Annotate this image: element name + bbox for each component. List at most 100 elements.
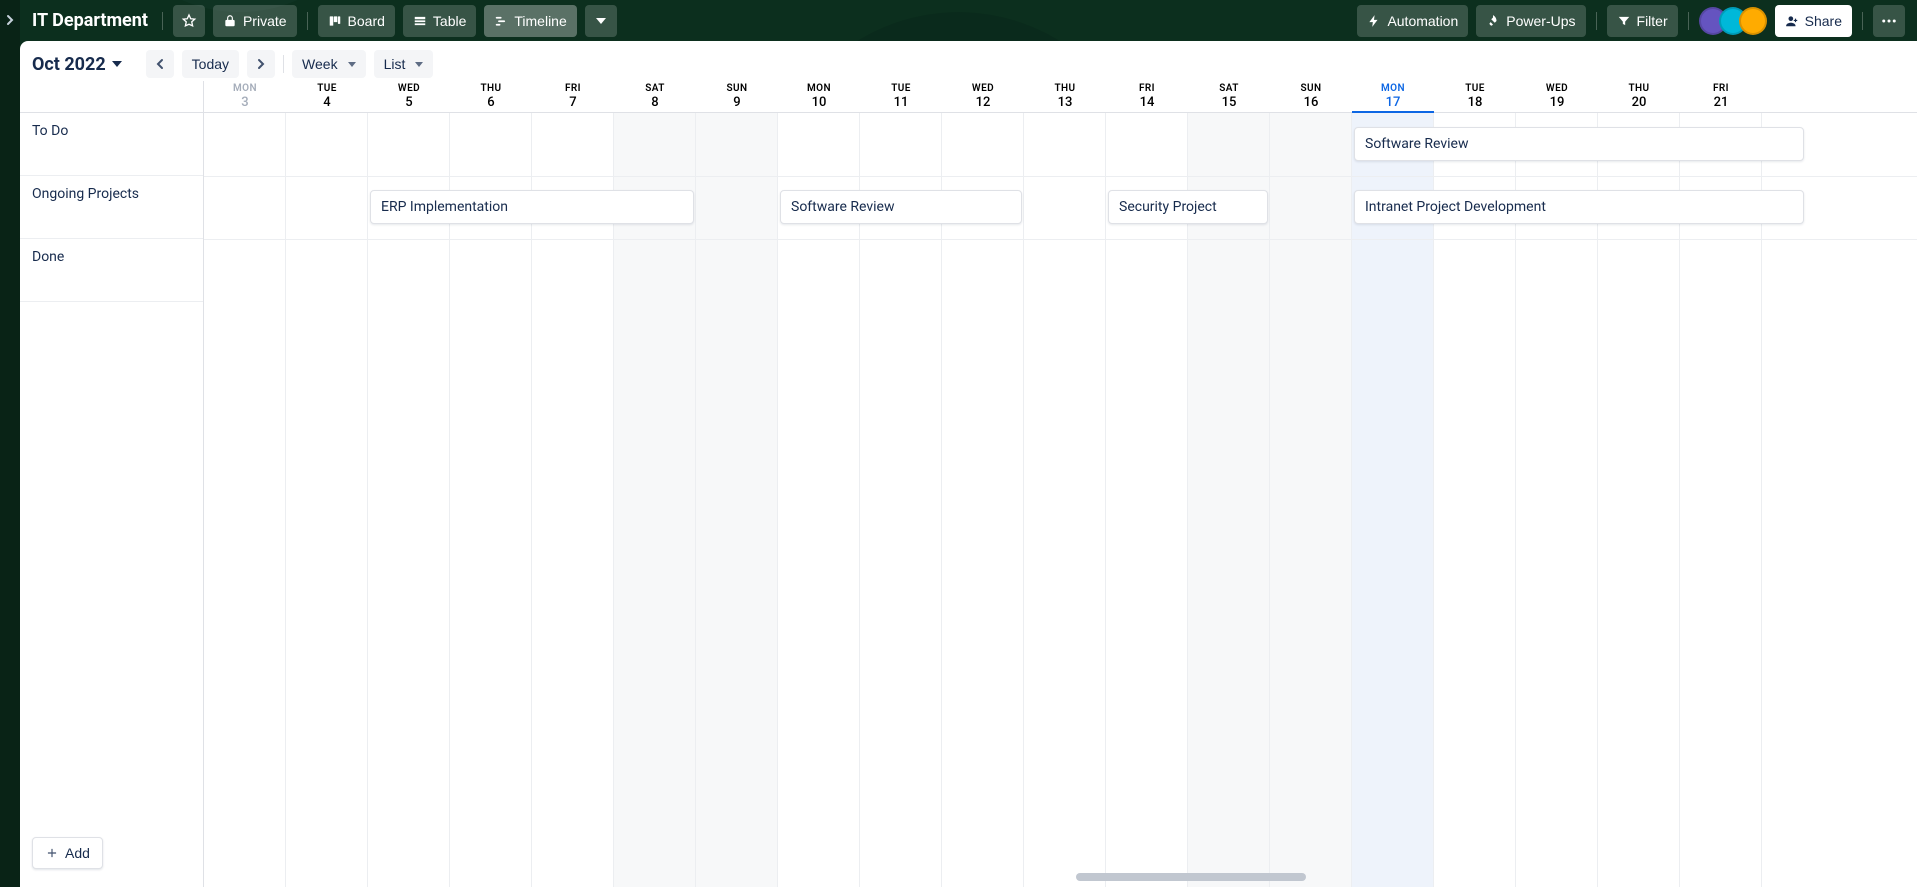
day-column — [942, 113, 1024, 887]
day-column — [286, 113, 368, 887]
divider — [1596, 12, 1597, 30]
app-root: IT Department Private Board Table Timeli… — [0, 0, 1917, 887]
day-column — [1434, 113, 1516, 887]
powerups-label: Power-Ups — [1506, 13, 1575, 29]
zoom-selector[interactable]: Week — [292, 50, 366, 78]
day-header[interactable]: THU13 — [1024, 81, 1106, 112]
month-label: Oct 2022 — [32, 54, 106, 75]
day-column — [1188, 113, 1270, 887]
day-header[interactable]: SUN16 — [1270, 81, 1352, 112]
lane-label-todo[interactable]: To Do — [20, 113, 203, 176]
today-label: Today — [192, 56, 229, 72]
timeline-card[interactable]: Software Review — [1354, 127, 1804, 161]
day-header[interactable]: MON3 — [204, 81, 286, 112]
view-timeline-label: Timeline — [514, 13, 566, 29]
timeline-grid[interactable]: MON3TUE4WED5THU6FRI7SAT8SUN9MON10TUE11WE… — [204, 81, 1917, 887]
day-column — [860, 113, 942, 887]
day-column — [1106, 113, 1188, 887]
collapsed-left-sidebar — [0, 0, 20, 887]
day-header[interactable]: TUE18 — [1434, 81, 1516, 112]
group-label: List — [384, 56, 406, 72]
board-frame: IT Department Private Board Table Timeli… — [20, 0, 1917, 887]
timeline-card[interactable]: ERP Implementation — [370, 190, 694, 224]
today-button[interactable]: Today — [182, 50, 239, 78]
table-icon — [413, 14, 427, 28]
view-timeline-button[interactable]: Timeline — [484, 5, 576, 37]
privacy-button[interactable]: Private — [213, 5, 297, 37]
board-menu-button[interactable] — [1873, 5, 1905, 37]
day-header[interactable]: FRI7 — [532, 81, 614, 112]
group-by-selector[interactable]: List — [374, 50, 434, 78]
board-icon — [328, 14, 342, 28]
view-table-button[interactable]: Table — [403, 5, 476, 37]
share-button[interactable]: Share — [1775, 5, 1852, 37]
prev-period-button[interactable] — [146, 50, 174, 78]
day-header[interactable]: FRI14 — [1106, 81, 1188, 112]
add-list-button[interactable]: Add — [32, 837, 103, 869]
more-horizontal-icon — [1880, 12, 1898, 30]
day-column — [204, 113, 286, 887]
lock-icon — [223, 14, 237, 28]
filter-label: Filter — [1637, 13, 1668, 29]
day-header[interactable]: SAT8 — [614, 81, 696, 112]
day-column — [532, 113, 614, 887]
views-overflow-button[interactable] — [585, 5, 617, 37]
lane-label-done[interactable]: Done — [20, 239, 203, 302]
day-column — [450, 113, 532, 887]
bolt-icon — [1367, 14, 1381, 28]
chevron-left-icon — [154, 58, 166, 70]
rocket-icon — [1486, 14, 1500, 28]
star-button[interactable] — [173, 5, 205, 37]
zoom-label: Week — [302, 56, 338, 72]
day-column — [1270, 113, 1352, 887]
day-header[interactable]: FRI21 — [1680, 81, 1762, 112]
day-header[interactable]: TUE11 — [860, 81, 942, 112]
board-header: IT Department Private Board Table Timeli… — [20, 0, 1917, 41]
day-header[interactable]: WED12 — [942, 81, 1024, 112]
chevron-down-icon — [596, 18, 606, 24]
view-table-label: Table — [433, 13, 466, 29]
timeline-card[interactable]: Software Review — [780, 190, 1022, 224]
chevron-down-icon — [112, 61, 122, 67]
board-title[interactable]: IT Department — [32, 10, 152, 31]
avatar[interactable] — [1739, 7, 1767, 35]
grid-body: Software Review ERP Implementation Softwar… — [204, 113, 1917, 887]
view-board-label: Board — [348, 13, 385, 29]
day-column — [778, 113, 860, 887]
plus-icon — [45, 846, 59, 860]
view-board-button[interactable]: Board — [318, 5, 395, 37]
timeline-card[interactable]: Security Project — [1108, 190, 1268, 224]
next-period-button[interactable] — [247, 50, 275, 78]
automation-button[interactable]: Automation — [1357, 5, 1468, 37]
timeline-card[interactable]: Intranet Project Development — [1354, 190, 1804, 224]
automation-label: Automation — [1387, 13, 1458, 29]
day-header[interactable]: MON10 — [778, 81, 860, 112]
filter-button[interactable]: Filter — [1607, 5, 1678, 37]
chevron-right-icon — [255, 58, 267, 70]
day-column — [1024, 113, 1106, 887]
board-members[interactable] — [1699, 7, 1767, 35]
day-header[interactable]: THU20 — [1598, 81, 1680, 112]
day-header[interactable]: SAT15 — [1188, 81, 1270, 112]
divider — [1862, 12, 1863, 30]
day-header[interactable]: WED5 — [368, 81, 450, 112]
day-header[interactable]: WED19 — [1516, 81, 1598, 112]
day-header[interactable]: THU6 — [450, 81, 532, 112]
day-column — [1598, 113, 1680, 887]
powerups-button[interactable]: Power-Ups — [1476, 5, 1585, 37]
month-picker[interactable]: Oct 2022 — [32, 54, 122, 75]
day-column — [1680, 113, 1762, 887]
day-header[interactable]: MON17 — [1352, 81, 1434, 112]
day-header[interactable]: SUN9 — [696, 81, 778, 112]
horizontal-scrollbar[interactable] — [204, 873, 1917, 883]
divider — [307, 12, 308, 30]
day-header[interactable]: TUE4 — [286, 81, 368, 112]
day-column — [1352, 113, 1434, 887]
expand-sidebar-button[interactable] — [2, 12, 18, 28]
scrollbar-thumb[interactable] — [1076, 873, 1306, 881]
lane-label-ongoing[interactable]: Ongoing Projects — [20, 176, 203, 239]
divider — [283, 55, 284, 73]
divider — [162, 12, 163, 30]
day-column — [614, 113, 696, 887]
lane-separator — [204, 239, 1917, 240]
